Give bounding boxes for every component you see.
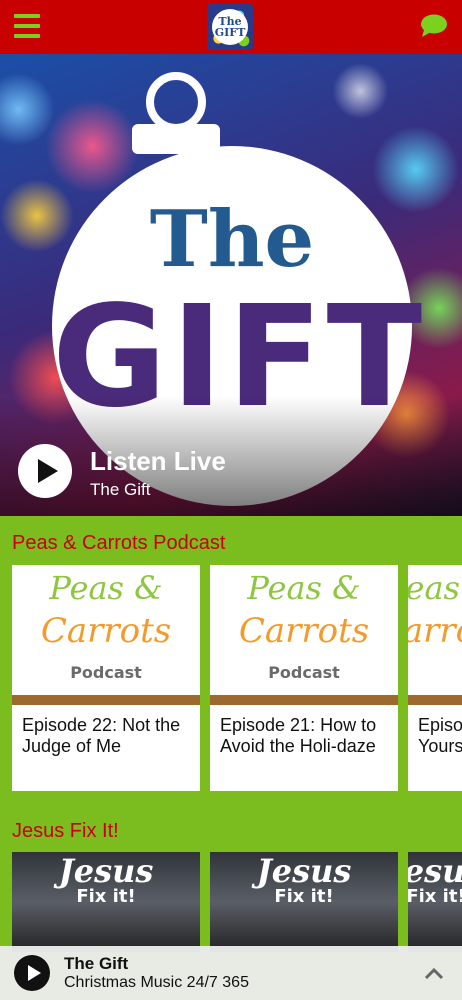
section-title-jesus-fix-it[interactable]: Jesus Fix It! [12, 820, 119, 843]
thumb-jesus-text: Jesus [256, 852, 352, 890]
thumb-peas-text: Peas & [408, 569, 462, 607]
app-logo[interactable]: The GIFT [207, 4, 253, 50]
thumb-jesus-text: Jesus [58, 852, 154, 890]
thumb-carrots-text: Carrots [238, 611, 370, 651]
thumb-podcast-text: Podcast [70, 663, 142, 682]
ornament-hook [146, 72, 206, 132]
listen-live-play-button[interactable] [18, 444, 72, 498]
mini-player-subtitle: Christmas Music 24/7 365 [64, 974, 249, 991]
play-icon [38, 459, 58, 483]
thumb-fixit-text: Fix it! [76, 886, 136, 907]
episode-card[interactable]: Jesus Fix it! [210, 852, 398, 952]
thumb-peas-text: Peas & [247, 569, 361, 607]
episode-title: Episode 22: Not the Judge of Me [22, 715, 181, 756]
episode-card[interactable]: Peas & Carrots Podcast Episode 21: How t… [210, 565, 398, 791]
mini-player[interactable]: The Gift Christmas Music 24/7 365 [0, 946, 462, 1000]
episode-title: Episode 21: How to Avoid the Holi-daze [220, 715, 377, 756]
podcast-thumbnail: Peas & Carrots Podcast [210, 565, 398, 705]
artwork-the-text: The [149, 194, 315, 285]
section-title-peas-carrots[interactable]: Peas & Carrots Podcast [12, 532, 225, 555]
episode-card[interactable]: Peas & Carrots Podcast Episode 22: Not t… [12, 565, 200, 791]
thumb-fixit-text: Fix it! [274, 886, 334, 907]
thumb-podcast-text: Podcast [268, 663, 340, 682]
episode-card[interactable]: Peas & Carrots Episode 20: Have Yourself… [408, 565, 462, 791]
chat-icon[interactable] [420, 14, 448, 38]
thumb-strip [210, 695, 398, 705]
thumb-peas-text: Peas & [49, 569, 163, 607]
podcast-thumbnail: Peas & Carrots [408, 565, 462, 705]
hero-shade [0, 396, 462, 516]
listen-live-label[interactable]: Listen Live [90, 446, 226, 477]
menu-icon[interactable] [14, 14, 40, 38]
logo-text: The GIFT [212, 9, 248, 45]
play-icon [27, 965, 41, 981]
thumb-carrots-text: Carrots [408, 611, 462, 651]
episode-title: Episode 20: Have Yourself in Me [418, 715, 462, 756]
top-app-bar: The GIFT [0, 0, 462, 54]
thumb-carrots-text: Carrots [40, 611, 172, 651]
thumb-strip [12, 695, 200, 705]
episode-card[interactable]: Jesus Fix it! [12, 852, 200, 952]
station-name: The Gift [90, 480, 151, 499]
thumb-jesus-text: Jesus [408, 852, 462, 890]
podcast-thumbnail: Peas & Carrots Podcast [12, 565, 200, 705]
hero-banner[interactable]: The GIFT Listen Live The Gift [0, 54, 462, 516]
thumb-strip [408, 695, 462, 705]
mini-player-play-button[interactable] [14, 955, 50, 991]
mini-player-title: The Gift [64, 954, 129, 973]
thumb-fixit-text: Fix it! [408, 886, 462, 907]
chevron-up-icon[interactable] [424, 964, 444, 984]
episode-card[interactable]: Jesus Fix it! [408, 852, 462, 952]
